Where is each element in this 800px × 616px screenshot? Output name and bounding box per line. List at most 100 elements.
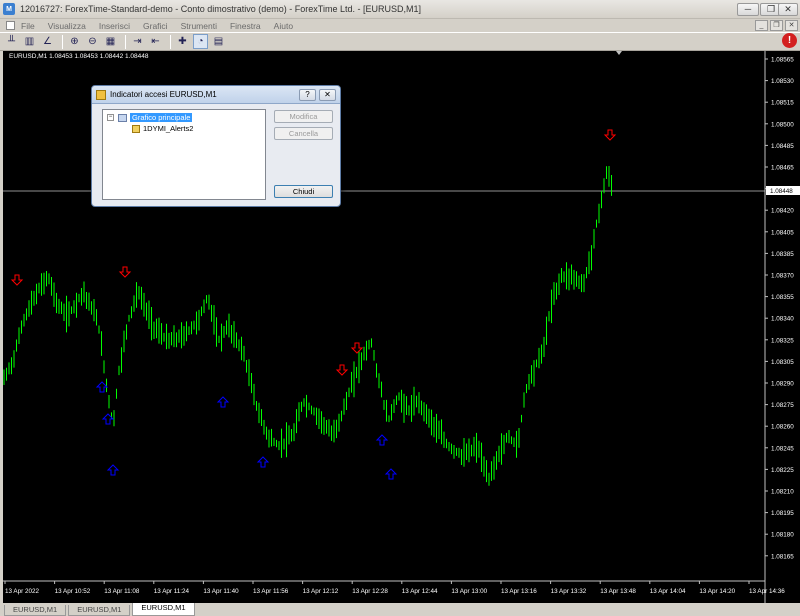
chart-window-icon bbox=[118, 113, 127, 122]
time-tick-label: 13 Apr 10:52 bbox=[55, 588, 91, 595]
price-tick-label: 1.08370 bbox=[771, 273, 794, 280]
toolbar: ╨ ▥ ∠ ⊕ ⊖ ▦ ⇥ ⇤ ✚ ◔ ▤ bbox=[0, 32, 800, 51]
price-tick-label: 1.08340 bbox=[771, 316, 794, 323]
time-tick-label: 13 Apr 11:40 bbox=[203, 588, 239, 595]
candlestick-icon[interactable]: ▥ bbox=[22, 34, 37, 49]
alert-icon[interactable]: ! bbox=[782, 33, 797, 48]
indicator-icon bbox=[132, 124, 140, 133]
menu-charts[interactable]: Grafici bbox=[143, 21, 168, 31]
tree-child[interactable]: 1DYMI_Alerts2 bbox=[132, 124, 193, 133]
sell-signal-arrow bbox=[118, 266, 132, 278]
time-tick-label: 13 Apr 11:24 bbox=[154, 588, 190, 595]
menu-insert[interactable]: Inserisci bbox=[99, 21, 130, 31]
collapse-icon[interactable]: − bbox=[107, 114, 114, 121]
price-tick-label: 1.08355 bbox=[771, 294, 794, 301]
indicators-icon[interactable]: ✚ bbox=[175, 34, 190, 49]
price-tick-label: 1.08405 bbox=[771, 229, 794, 236]
window-title: 12016727: ForexTime-Standard-demo - Cont… bbox=[20, 4, 421, 14]
toolbar-separator bbox=[170, 34, 171, 49]
price-tick-label: 1.08385 bbox=[771, 251, 794, 258]
dialog-close-button[interactable]: ✕ bbox=[319, 89, 336, 101]
menu-window[interactable]: Finestra bbox=[230, 21, 261, 31]
buy-signal-arrow bbox=[256, 456, 270, 468]
buy-signal-arrow bbox=[216, 396, 230, 408]
price-tick-label: 1.08500 bbox=[771, 121, 794, 128]
time-tick-label: 13 Apr 11:08 bbox=[104, 588, 140, 595]
dialog-title: Indicatori accesi EURUSD,M1 bbox=[110, 90, 217, 99]
menu-help[interactable]: Aiuto bbox=[274, 21, 293, 31]
close-button[interactable]: ✕ bbox=[778, 3, 798, 16]
title-bar: M 12016727: ForexTime-Standard-demo - Co… bbox=[0, 0, 800, 19]
chart-tab[interactable]: EURUSD,M1 bbox=[68, 605, 131, 616]
app-icon: M bbox=[3, 3, 15, 15]
mdi-controls: _ ❐ ✕ bbox=[753, 20, 798, 31]
indicators-dialog: Indicatori accesi EURUSD,M1 ? ✕ − Grafic… bbox=[91, 85, 341, 207]
price-tick-label: 1.08515 bbox=[771, 100, 794, 107]
chart-tab-active[interactable]: EURUSD,M1 bbox=[132, 603, 195, 616]
tree-root[interactable]: − Grafico principale bbox=[107, 113, 193, 122]
time-tick-label: 13 Apr 14:04 bbox=[650, 588, 686, 595]
zoom-out-icon[interactable]: ⊖ bbox=[85, 34, 100, 49]
menu-view[interactable]: Visualizza bbox=[48, 21, 86, 31]
sell-signal-arrow bbox=[10, 274, 24, 286]
buy-signal-arrow bbox=[384, 468, 398, 480]
price-tick-label: 1.08245 bbox=[771, 445, 794, 452]
sell-signal-arrow bbox=[335, 364, 349, 376]
templates-icon[interactable]: ▤ bbox=[211, 34, 226, 49]
price-tick-label: 1.08180 bbox=[771, 532, 794, 539]
time-tick-label: 13 Apr 2022 bbox=[5, 588, 39, 595]
price-tick-label: 1.08465 bbox=[771, 165, 794, 172]
tile-windows-icon[interactable]: ▦ bbox=[103, 34, 118, 49]
time-tick-label: 13 Apr 13:32 bbox=[551, 588, 587, 595]
price-tick-label: 1.08530 bbox=[771, 78, 794, 85]
line-chart-icon[interactable]: ∠ bbox=[40, 34, 55, 49]
terminal-window: M 12016727: ForexTime-Standard-demo - Co… bbox=[0, 0, 800, 616]
sell-signal-arrow bbox=[603, 129, 617, 141]
indicator-tree: − Grafico principale 1DYMI_Alerts2 bbox=[102, 109, 266, 200]
mdi-close-icon[interactable]: ✕ bbox=[785, 20, 798, 31]
price-tick-label: 1.08325 bbox=[771, 337, 794, 344]
bar-chart-icon[interactable]: ╨ bbox=[4, 34, 19, 49]
toolbar-separator bbox=[62, 34, 63, 49]
price-tick-label: 1.08165 bbox=[771, 553, 794, 560]
indicator-window-icon bbox=[96, 89, 106, 100]
price-tick-label: 1.08565 bbox=[771, 57, 794, 64]
menu-file[interactable]: File bbox=[21, 21, 35, 31]
periods-icon[interactable]: ◔ bbox=[193, 34, 208, 49]
mdi-minimize-icon[interactable]: _ bbox=[755, 20, 768, 31]
price-tick-label: 1.08420 bbox=[771, 208, 794, 215]
sell-signal-arrow bbox=[350, 342, 364, 354]
help-button[interactable]: ? bbox=[299, 89, 316, 101]
chart-shift-marker bbox=[616, 51, 622, 55]
mdi-restore-icon[interactable]: ❐ bbox=[770, 20, 783, 31]
price-tick-label: 1.08290 bbox=[771, 381, 794, 388]
time-tick-label: 13 Apr 13:48 bbox=[600, 588, 636, 595]
menu-bar: File Visualizza Inserisci Grafici Strume… bbox=[0, 19, 800, 32]
chart-shift-icon[interactable]: ⇥ bbox=[130, 34, 145, 49]
toolbar-separator bbox=[125, 34, 126, 49]
chart-tab[interactable]: EURUSD,M1 bbox=[4, 605, 67, 616]
buy-signal-arrow bbox=[375, 434, 389, 446]
zoom-in-icon[interactable]: ⊕ bbox=[67, 34, 82, 49]
buy-signal-arrow bbox=[95, 381, 109, 393]
time-tick-label: 13 Apr 12:28 bbox=[352, 588, 388, 595]
autoscroll-icon[interactable]: ⇤ bbox=[148, 34, 163, 49]
time-tick-label: 13 Apr 14:36 bbox=[749, 588, 785, 595]
time-tick-label: 13 Apr 11:56 bbox=[253, 588, 289, 595]
dialog-title-bar: Indicatori accesi EURUSD,M1 ? ✕ bbox=[92, 86, 340, 104]
tree-child-label[interactable]: 1DYMI_Alerts2 bbox=[143, 124, 193, 133]
price-tick-label: 1.08225 bbox=[771, 467, 794, 474]
time-tick-label: 13 Apr 12:44 bbox=[402, 588, 438, 595]
delete-button[interactable]: Cancella bbox=[274, 127, 333, 140]
time-tick-label: 13 Apr 13:16 bbox=[501, 588, 537, 595]
document-icon bbox=[6, 21, 15, 30]
price-tick-label: 1.08195 bbox=[771, 510, 794, 517]
modify-button[interactable]: Modifica bbox=[274, 110, 333, 123]
dialog-ok-button[interactable]: Chiudi bbox=[274, 185, 333, 198]
minimize-button[interactable]: ─ bbox=[737, 3, 759, 16]
tree-root-label[interactable]: Grafico principale bbox=[130, 113, 193, 122]
menu-tools[interactable]: Strumenti bbox=[181, 21, 217, 31]
price-tick-label: 1.08275 bbox=[771, 402, 794, 409]
price-tick-label: 1.08305 bbox=[771, 359, 794, 366]
time-tick-label: 13 Apr 12:12 bbox=[303, 588, 339, 595]
